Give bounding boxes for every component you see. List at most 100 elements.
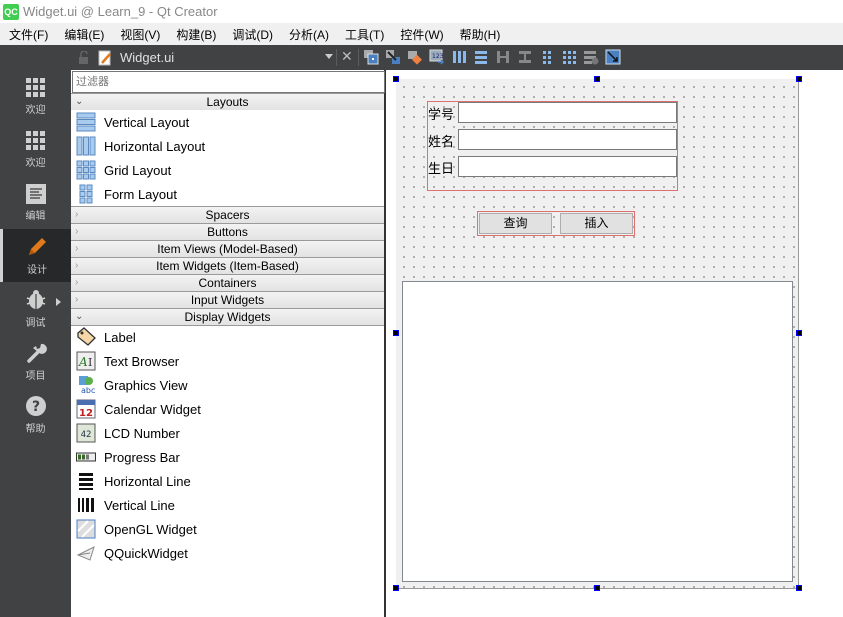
expand-arrow-icon[interactable] [56, 298, 61, 306]
svg-text:12: 12 [79, 408, 93, 419]
document-dropdown-icon[interactable] [325, 54, 333, 59]
mode-design[interactable]: 设计 [0, 229, 71, 282]
birthday-input[interactable] [458, 156, 677, 177]
widget-label: Horizontal Line [104, 473, 191, 489]
resize-handle[interactable] [594, 585, 600, 591]
toolbar-separator [358, 49, 359, 66]
label-tag-icon [77, 327, 96, 346]
mode-welcome[interactable]: 欢迎 [0, 70, 71, 123]
graphics-view-icon: abc [79, 376, 95, 395]
document-selector[interactable]: Widget.ui [78, 45, 174, 70]
widget-item-progress-bar[interactable]: Progress Bar [71, 445, 384, 469]
menu-file[interactable]: 文件(F) [0, 26, 55, 43]
layout-splitter-vertical-icon[interactable] [516, 48, 533, 65]
widget-item-vertical-line[interactable]: Vertical Line [71, 493, 384, 517]
edit-widgets-icon[interactable] [362, 48, 379, 65]
widget-label: OpenGL Widget [104, 521, 197, 537]
opengl-widget-icon [76, 519, 96, 539]
layout-vertically-icon[interactable] [472, 48, 489, 65]
student-id-input[interactable] [458, 102, 677, 123]
layout-grid-icon[interactable] [560, 48, 577, 65]
category-layouts[interactable]: ⌄ Layouts [71, 93, 384, 110]
edit-signals-slots-icon[interactable] [384, 48, 401, 65]
mode-welcome-2[interactable]: 欢迎 [0, 123, 71, 176]
break-layout-icon[interactable] [582, 48, 599, 65]
resize-handle[interactable] [393, 330, 399, 336]
layout-horizontally-icon[interactable] [450, 48, 467, 65]
category-spacers[interactable]: › Spacers [71, 206, 384, 223]
widget-box: ⌄ Layouts Vertical Layout Horizontal Layo… [71, 70, 386, 617]
widget-item-grid-layout[interactable]: Grid Layout [71, 158, 384, 182]
insert-button[interactable]: 插入 [560, 213, 633, 234]
resize-handle[interactable] [796, 76, 802, 82]
mode-projects[interactable]: 项目 [0, 335, 71, 388]
category-item-views[interactable]: › Item Views (Model-Based) [71, 240, 384, 257]
document-name: Widget.ui [120, 50, 175, 65]
text-edit-area[interactable] [402, 281, 793, 582]
menu-build[interactable]: 构建(B) [167, 26, 223, 43]
name-input[interactable] [458, 129, 677, 150]
mode-debug[interactable]: 调试 [0, 282, 71, 335]
widget-item-graphics-view[interactable]: abc Graphics View [71, 373, 384, 397]
category-containers[interactable]: › Containers [71, 274, 384, 291]
mode-sidebar: 欢迎 欢迎 编辑 设计 调试 项目 ? 帮助 [0, 70, 71, 617]
adjust-size-icon[interactable] [604, 48, 621, 65]
layout-splitter-horizontal-icon[interactable] [494, 48, 511, 65]
layout-form-icon[interactable] [538, 48, 555, 65]
filter-input[interactable] [72, 71, 385, 93]
category-buttons[interactable]: › Buttons [71, 223, 384, 240]
close-document-icon[interactable]: ✕ [341, 48, 353, 66]
mode-label: 帮助 [25, 423, 46, 435]
resize-handle[interactable] [594, 76, 600, 82]
mode-label: 调试 [25, 317, 46, 329]
menu-tools[interactable]: 工具(T) [336, 26, 391, 43]
qquickwidget-icon [76, 546, 95, 561]
mode-edit[interactable]: 编辑 [0, 176, 71, 229]
grid-layout-icon [76, 160, 96, 180]
edit-buddies-icon[interactable] [406, 48, 423, 65]
widget-item-calendar-widget[interactable]: 12 Calendar Widget [71, 397, 384, 421]
widget-item-vertical-layout[interactable]: Vertical Layout [71, 110, 384, 134]
widget-item-qquickwidget[interactable]: QQuickWidget [71, 541, 384, 565]
lock-icon[interactable] [78, 50, 90, 65]
chevron-right-icon: › [75, 260, 79, 271]
category-input-widgets[interactable]: › Input Widgets [71, 291, 384, 308]
widget-item-horizontal-layout[interactable]: Horizontal Layout [71, 134, 384, 158]
menu-controls[interactable]: 控件(W) [391, 26, 450, 43]
menu-view[interactable]: 视图(V) [111, 26, 167, 43]
widget-label: Calendar Widget [104, 401, 201, 417]
edit-tab-order-icon[interactable]: 123 [428, 48, 445, 65]
category-display-widgets[interactable]: ⌄ Display Widgets [71, 308, 384, 326]
menu-help[interactable]: 帮助(H) [451, 26, 508, 43]
category-label: Item Views (Model-Based) [157, 242, 298, 256]
horizontal-layout-icon [76, 136, 96, 156]
widget-label: Graphics View [104, 377, 188, 393]
widget-item-form-layout[interactable]: Form Layout [71, 182, 384, 206]
resize-handle[interactable] [393, 76, 399, 82]
category-item-widgets[interactable]: › Item Widgets (Item-Based) [71, 257, 384, 274]
widget-label: Form Layout [104, 186, 177, 202]
menu-analyze[interactable]: 分析(A) [280, 26, 336, 43]
svg-text:?: ? [31, 399, 39, 415]
resize-handle[interactable] [796, 585, 802, 591]
widget-item-horizontal-line[interactable]: Horizontal Line [71, 469, 384, 493]
widget-item-lcd-number[interactable]: 42 LCD Number [71, 421, 384, 445]
progress-bar-icon [76, 452, 96, 462]
widget-item-label[interactable]: Label [71, 325, 384, 349]
widget-label: QQuickWidget [104, 545, 188, 561]
widget-item-text-browser[interactable]: AI Text Browser [71, 349, 384, 373]
svg-text:123: 123 [432, 53, 444, 60]
mode-help[interactable]: ? 帮助 [0, 388, 71, 441]
lcd-number-icon: 42 [76, 423, 96, 443]
vertical-layout-icon [76, 112, 96, 132]
qt-creator-logo-icon: QC [3, 3, 19, 20]
menu-debug[interactable]: 调试(D) [223, 26, 280, 43]
resize-handle[interactable] [393, 585, 399, 591]
widget-label: Label [104, 329, 136, 345]
svg-text:I: I [88, 356, 92, 369]
menu-edit[interactable]: 编辑(E) [55, 26, 111, 43]
resize-handle[interactable] [796, 330, 802, 336]
widget-item-opengl-widget[interactable]: OpenGL Widget [71, 517, 384, 541]
svg-text:A: A [78, 355, 88, 369]
query-button[interactable]: 查询 [479, 213, 552, 234]
